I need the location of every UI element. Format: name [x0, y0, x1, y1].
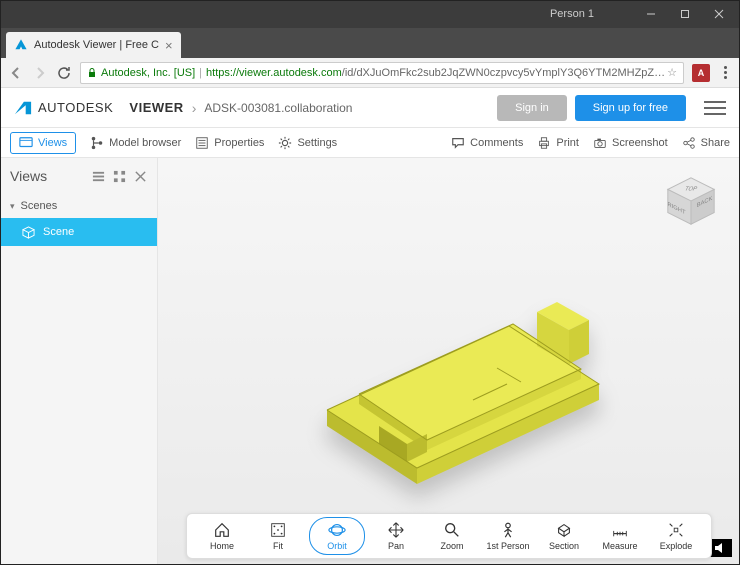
views-tool[interactable]: Views	[10, 132, 76, 154]
autodesk-logo[interactable]: AUTODESK VIEWER	[14, 99, 184, 117]
3d-model	[269, 284, 629, 504]
views-sidebar: Views Scenes Scene	[0, 158, 158, 565]
chevron-right-icon: ›	[192, 100, 197, 116]
home-tool[interactable]: Home	[197, 521, 247, 551]
zoom-tool[interactable]: Zoom	[427, 521, 477, 551]
properties-tool[interactable]: Properties	[195, 136, 264, 150]
3d-viewport[interactable]: TOP RIGHT BACK	[158, 158, 740, 565]
breadcrumb-file[interactable]: ADSK-003081.collaboration	[204, 101, 352, 115]
share-icon	[682, 136, 696, 150]
section-tool[interactable]: Section	[539, 521, 589, 551]
fit-tool[interactable]: Fit	[253, 521, 303, 551]
tab-title: Autodesk Viewer | Free C	[34, 39, 159, 51]
sidebar-title: Views	[0, 158, 157, 194]
window-close[interactable]	[702, 3, 736, 25]
orbit-tool[interactable]: Orbit	[309, 517, 365, 555]
views-icon	[19, 136, 33, 150]
gear-icon	[278, 136, 292, 150]
measure-icon	[611, 521, 629, 539]
sign-in-button[interactable]: Sign in	[497, 95, 567, 121]
list-view-icon[interactable]	[92, 170, 105, 183]
nav-forward-icon[interactable]	[32, 65, 48, 81]
screenshot-tool[interactable]: Screenshot	[593, 136, 668, 150]
app-header: AUTODESK VIEWER › ADSK-003081.collaborat…	[0, 88, 740, 128]
measure-tool[interactable]: Measure	[595, 521, 645, 551]
comment-icon	[451, 136, 465, 150]
bookmark-star-icon[interactable]: ☆	[667, 66, 677, 79]
comments-tool[interactable]: Comments	[451, 136, 523, 150]
autodesk-logo-icon	[14, 99, 32, 117]
pan-icon	[387, 521, 405, 539]
home-icon	[213, 521, 231, 539]
url-path: /id/dXJuOmFkc2sub2JqZWN0czpvcy5vYmplY3Q6…	[342, 67, 667, 79]
list-icon	[195, 136, 209, 150]
print-icon	[537, 136, 551, 150]
url-input[interactable]: Autodesk, Inc. [US] | https://viewer.aut…	[80, 62, 684, 84]
hamburger-menu-icon[interactable]	[704, 97, 726, 119]
ssl-lock-icon: Autodesk, Inc. [US]	[87, 67, 195, 79]
nav-reload-icon[interactable]	[56, 65, 72, 81]
workspace: Views Scenes Scene	[0, 158, 740, 565]
tree-icon	[90, 136, 104, 150]
first-person-tool[interactable]: 1st Person	[483, 521, 533, 551]
camera-icon	[593, 136, 607, 150]
persona-label[interactable]: Person 1	[550, 8, 594, 20]
viewcube[interactable]: TOP RIGHT BACK	[662, 172, 720, 230]
explode-icon	[667, 521, 685, 539]
sidebar-item-scene[interactable]: Scene	[0, 218, 157, 246]
tab-close-icon[interactable]: ×	[165, 38, 173, 53]
sign-up-button[interactable]: Sign up for free	[575, 95, 686, 121]
app-toolbar: Views Model browser Properties Settings …	[0, 128, 740, 158]
person-icon	[499, 521, 517, 539]
cube-icon	[22, 226, 35, 239]
window-maximize[interactable]	[668, 3, 702, 25]
model-browser-tool[interactable]: Model browser	[90, 136, 181, 150]
view-controls-toolbar: Home Fit Orbit Pan Zoom	[186, 513, 712, 559]
window-titlebar: Person 1	[0, 0, 740, 28]
zoom-icon	[443, 521, 461, 539]
browser-tab[interactable]: Autodesk Viewer | Free C ×	[6, 32, 181, 58]
print-tool[interactable]: Print	[537, 136, 579, 150]
nav-back-icon[interactable]	[8, 65, 24, 81]
pdf-extension-icon[interactable]: A	[692, 64, 710, 82]
url-host: viewer.autodesk.com	[239, 67, 342, 79]
autodesk-favicon-icon	[14, 38, 28, 52]
window-minimize[interactable]	[634, 3, 668, 25]
section-icon	[555, 521, 573, 539]
browser-menu-icon[interactable]	[718, 66, 732, 79]
sidebar-close-icon[interactable]	[134, 170, 147, 183]
autodesk-viewer-app: AUTODESK VIEWER › ADSK-003081.collaborat…	[0, 88, 740, 565]
orbit-icon	[328, 521, 346, 539]
pan-tool[interactable]: Pan	[371, 521, 421, 551]
explode-tool[interactable]: Explode	[651, 521, 701, 551]
sidebar-section-scenes[interactable]: Scenes	[0, 194, 157, 218]
url-scheme: https://	[206, 67, 239, 79]
share-tool[interactable]: Share	[682, 136, 730, 150]
browser-tabstrip: Autodesk Viewer | Free C ×	[0, 28, 740, 58]
grid-view-icon[interactable]	[113, 170, 126, 183]
settings-tool[interactable]: Settings	[278, 136, 337, 150]
browser-addressbar: Autodesk, Inc. [US] | https://viewer.aut…	[0, 58, 740, 88]
fit-icon	[269, 521, 287, 539]
